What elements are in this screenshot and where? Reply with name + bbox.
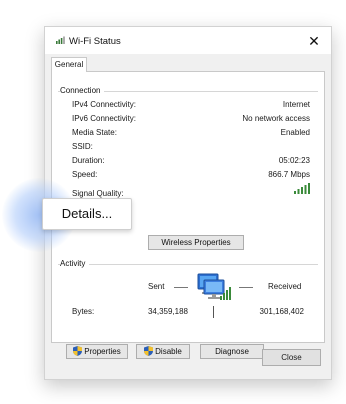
bytes-sent-value: 34,359,188	[147, 307, 188, 316]
ipv4-row: IPv4 Connectivity: Internet	[72, 99, 310, 111]
connection-label: Connection	[60, 86, 105, 95]
tab-general[interactable]: General	[51, 57, 87, 72]
title-bar: Wi-Fi Status ✕	[45, 27, 331, 54]
duration-value: 05:02:23	[278, 156, 310, 165]
ipv6-row: IPv6 Connectivity: No network access	[72, 113, 310, 125]
ipv6-value: No network access	[242, 114, 310, 123]
media-state-value: Enabled	[280, 128, 310, 137]
close-icon[interactable]: ✕	[303, 31, 325, 51]
bytes-received-value: 301,168,402	[259, 307, 305, 316]
received-line	[239, 287, 253, 288]
signal-strength-icon	[294, 182, 310, 198]
disable-label: Disable	[155, 347, 182, 356]
duration-row: Duration: 05:02:23	[72, 155, 310, 167]
shield-icon	[73, 346, 83, 356]
close-button[interactable]: Close	[262, 349, 321, 366]
ipv4-label: IPv4 Connectivity:	[72, 100, 137, 109]
wifi-signal-icon	[56, 35, 65, 46]
sent-label: Sent	[148, 282, 165, 291]
activity-divider	[58, 264, 318, 265]
bytes-label: Bytes:	[72, 307, 95, 316]
speed-label: Speed:	[72, 170, 98, 179]
properties-button[interactable]: Properties	[66, 344, 128, 359]
sent-line	[174, 287, 188, 288]
ssid-label: SSID:	[72, 142, 93, 151]
wireless-properties-button[interactable]: Wireless Properties	[148, 235, 244, 250]
window-title: Wi-Fi Status	[69, 36, 121, 47]
media-state-row: Media State: Enabled	[72, 127, 310, 139]
properties-label: Properties	[84, 347, 121, 356]
ipv6-label: IPv6 Connectivity:	[72, 114, 137, 123]
received-label: Received	[268, 282, 302, 291]
media-state-label: Media State:	[72, 128, 117, 137]
speed-value: 866.7 Mbps	[268, 170, 310, 179]
bytes-divider	[213, 306, 214, 318]
activity-label: Activity	[60, 259, 90, 268]
ipv4-value: Internet	[282, 100, 310, 109]
network-computers-icon	[194, 272, 236, 306]
speed-row: Speed: 866.7 Mbps	[72, 169, 310, 181]
details-button[interactable]: Details...	[42, 198, 132, 230]
disable-button[interactable]: Disable	[136, 344, 190, 359]
shield-icon	[144, 346, 154, 356]
diagnose-button[interactable]: Diagnose	[200, 344, 264, 359]
ssid-row: SSID:	[72, 141, 310, 153]
duration-label: Duration:	[72, 156, 105, 165]
